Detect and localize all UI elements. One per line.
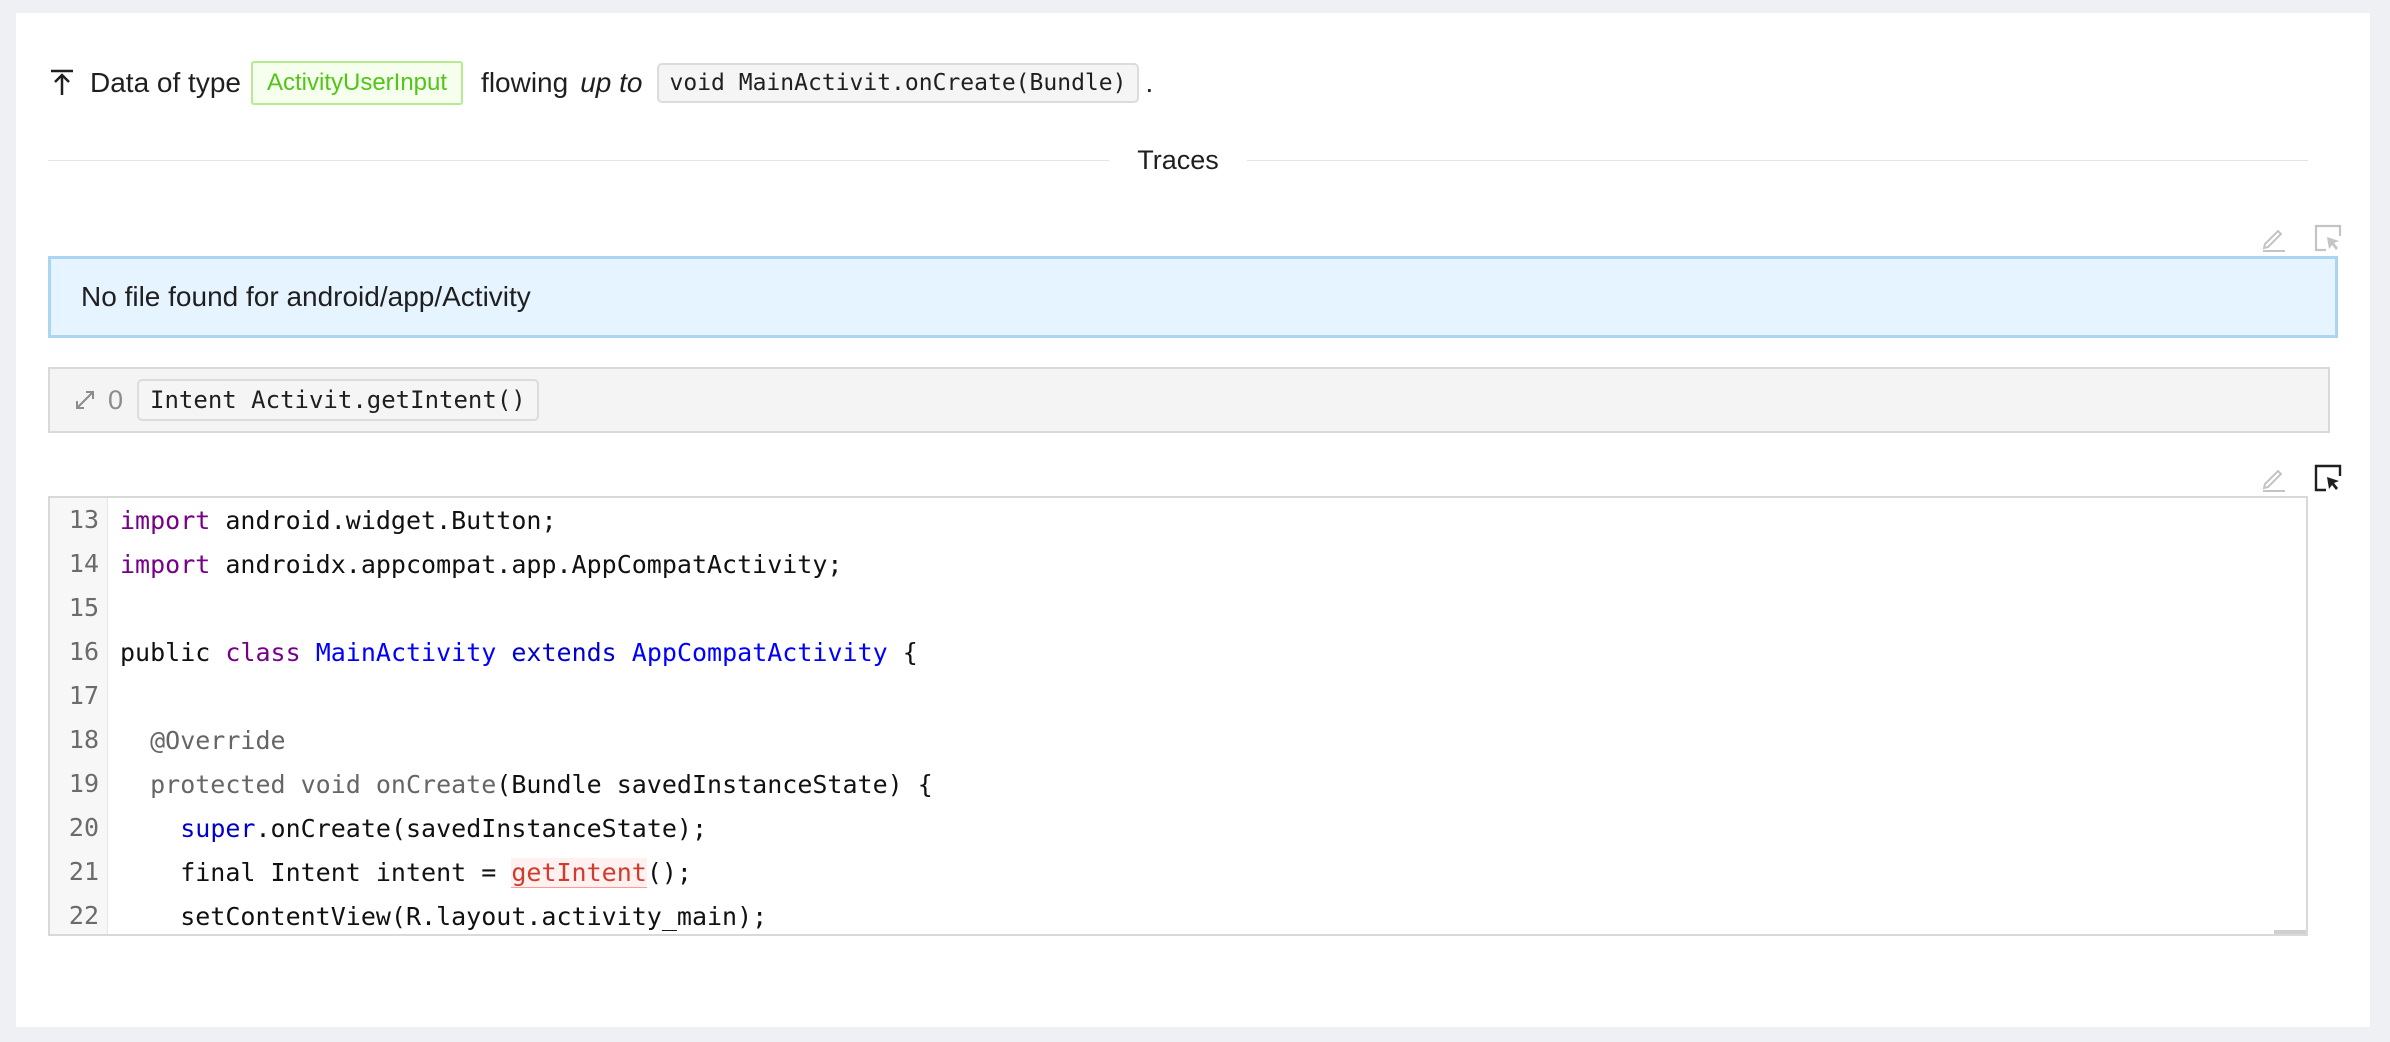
code-token: (Bundle savedInstanceState) { [496, 770, 933, 799]
code-token: android.widget.Button; [210, 506, 556, 535]
code-token: .onCreate(savedInstanceState); [255, 814, 707, 843]
code-token [120, 814, 180, 843]
code-token [617, 638, 632, 667]
code-line: 18 @Override [50, 718, 2306, 762]
code-line: 15 [50, 586, 2306, 630]
cursor-select-icon [2313, 463, 2343, 493]
line-number: 15 [50, 586, 108, 630]
line-number: 14 [50, 542, 108, 586]
class-name: AppCompatActivity [632, 638, 888, 667]
line-number: 18 [50, 718, 108, 762]
code-text: public class MainActivity extends AppCom… [108, 638, 918, 667]
keyword: super [180, 814, 255, 843]
code-token: { [888, 638, 918, 667]
arrow-up-to-top-icon [48, 63, 76, 103]
code-line: 14 import androidx.appcompat.app.AppComp… [50, 542, 2306, 586]
trace-step[interactable]: 0 Intent Activit.getIntent() [48, 367, 2330, 433]
alert-message: No file found for android/app/Activity [81, 281, 531, 313]
info-toolbar [2258, 222, 2344, 254]
divider-line-left [48, 160, 1109, 161]
code-line: 13 import android.widget.Button; [50, 498, 2306, 542]
code-line: 20 super.onCreate(savedInstanceState); [50, 806, 2306, 850]
code-text: setContentView(R.layout.activity_main); [108, 902, 767, 931]
highlighted-call[interactable]: getIntent [511, 858, 646, 888]
cursor-select-icon [2313, 223, 2343, 253]
code-text: import android.widget.Button; [108, 506, 557, 535]
expand-arrows-icon[interactable] [72, 387, 98, 413]
code-text: protected void onCreate(Bundle savedInst… [108, 770, 933, 799]
code-token [301, 638, 316, 667]
resize-handle[interactable] [2274, 930, 2306, 934]
flow-header: Data of type ActivityUserInput flowing u… [48, 48, 1153, 118]
line-number: 13 [50, 498, 108, 542]
line-number: 19 [50, 762, 108, 806]
traces-divider: Traces [48, 136, 2308, 184]
line-number: 22 [50, 894, 108, 936]
line-number: 21 [50, 850, 108, 894]
code-line: 17 [50, 674, 2306, 718]
line-number: 20 [50, 806, 108, 850]
edit-button[interactable] [2258, 462, 2290, 494]
code-text: import androidx.appcompat.app.AppCompatA… [108, 550, 842, 579]
code-text: @Override [108, 726, 286, 755]
target-method-tag[interactable]: void MainActivit.onCreate(Bundle) [657, 63, 1140, 103]
code-line: 22 setContentView(R.layout.activity_main… [50, 894, 2306, 936]
select-button[interactable] [2312, 462, 2344, 494]
trace-method-tag[interactable]: Intent Activit.getIntent() [137, 379, 539, 421]
keyword: class [225, 638, 300, 667]
keyword: import [120, 506, 210, 535]
pencil-icon [2259, 223, 2289, 253]
code-token: final Intent intent = [120, 858, 511, 887]
keyword: import [120, 550, 210, 579]
divider-line-right [1247, 160, 2308, 161]
edit-button[interactable] [2258, 222, 2290, 254]
code-token: public [120, 638, 225, 667]
trace-index: 0 [108, 385, 123, 416]
header-direction: up to [580, 67, 642, 99]
data-type-tag[interactable]: ActivityUserInput [251, 61, 463, 105]
line-number: 17 [50, 674, 108, 718]
header-prefix: Data of type [90, 67, 241, 99]
keyword: extends [511, 638, 616, 667]
class-name: MainActivity [316, 638, 497, 667]
code-token: (); [647, 858, 692, 887]
select-button[interactable] [2312, 222, 2344, 254]
code-text: super.onCreate(savedInstanceState); [108, 814, 707, 843]
code-line: 16 public class MainActivity extends App… [50, 630, 2306, 674]
code-toolbar [2258, 462, 2344, 494]
code-line: 21 final Intent intent = getIntent(); [50, 850, 2306, 894]
code-token [496, 638, 511, 667]
no-file-alert: No file found for android/app/Activity [48, 256, 2338, 338]
code-text: final Intent intent = getIntent(); [108, 858, 692, 887]
header-flowing: flowing [481, 67, 568, 99]
header-suffix: . [1145, 67, 1153, 99]
line-number: 16 [50, 630, 108, 674]
code-token: androidx.appcompat.app.AppCompatActivity… [210, 550, 842, 579]
code-token: protected void onCreate [120, 770, 496, 799]
source-code-viewer[interactable]: 13 import android.widget.Button; 14 impo… [48, 496, 2308, 936]
code-line: 19 protected void onCreate(Bundle savedI… [50, 762, 2306, 806]
pencil-icon [2259, 463, 2289, 493]
traces-title: Traces [1109, 145, 1247, 176]
